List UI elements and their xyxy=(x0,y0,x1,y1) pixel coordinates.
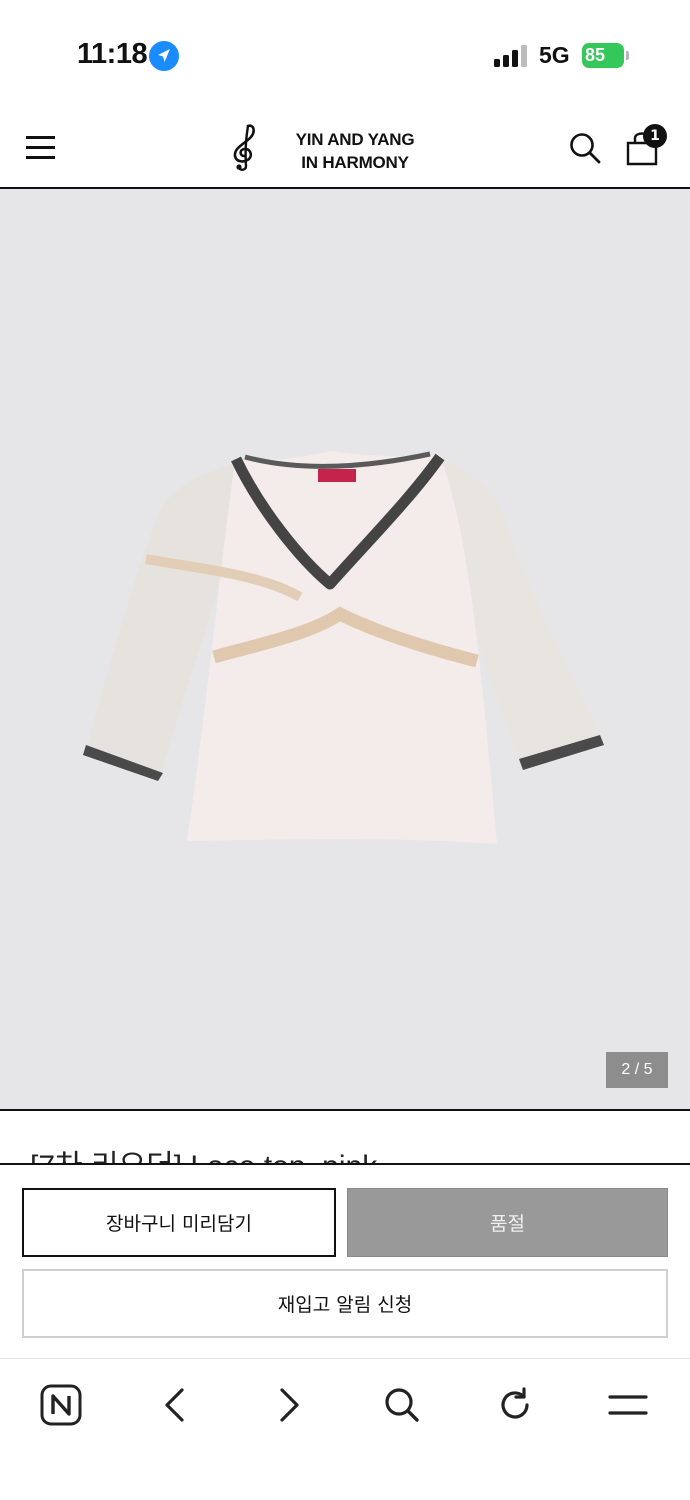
product-title: [7차 리오더] Lace top, pink xyxy=(30,1141,377,1163)
logo-line-2: IN HARMONY xyxy=(301,153,409,172)
back-icon[interactable] xyxy=(147,1377,203,1433)
search-icon[interactable] xyxy=(568,131,602,165)
purchase-action-panel: 장바구니 미리담기 품절 재입고 알림 신청 xyxy=(0,1163,690,1358)
pre-add-to-cart-button[interactable]: 장바구니 미리담기 xyxy=(22,1188,336,1257)
naver-icon[interactable] xyxy=(33,1377,89,1433)
menu-icon[interactable] xyxy=(26,136,56,160)
sold-out-button[interactable]: 품절 xyxy=(347,1188,668,1257)
restock-alert-button[interactable]: 재입고 알림 신청 xyxy=(22,1269,668,1338)
signal-icon xyxy=(494,45,528,67)
network-type: 5G xyxy=(539,42,570,68)
forward-icon[interactable] xyxy=(261,1377,317,1433)
product-image[interactable]: 2 / 5 xyxy=(0,189,690,1111)
refresh-icon[interactable] xyxy=(487,1377,543,1433)
logo-line-1: YIN AND YANG xyxy=(295,130,415,149)
lace-top-photo xyxy=(83,451,604,844)
battery-level: 85 xyxy=(585,45,606,65)
battery-cap xyxy=(626,51,629,60)
cart-count-badge: 1 xyxy=(643,124,667,148)
brand-logo[interactable]: YIN AND YANG IN HARMONY xyxy=(280,128,430,174)
status-bar: 11:18 5G 85 xyxy=(0,0,690,110)
treble-clef-icon[interactable] xyxy=(226,122,264,172)
search-icon[interactable] xyxy=(374,1377,430,1433)
image-counter: 2 / 5 xyxy=(606,1052,668,1088)
browser-toolbar xyxy=(0,1358,690,1500)
battery-icon: 85 xyxy=(582,43,624,68)
status-time: 11:18 xyxy=(77,38,148,70)
menu-icon[interactable] xyxy=(600,1377,656,1433)
location-arrow-icon xyxy=(149,41,179,71)
site-header: YIN AND YANG IN HARMONY 1 xyxy=(0,110,690,189)
product-title-area: [7차 리오더] Lace top, pink xyxy=(0,1111,690,1163)
